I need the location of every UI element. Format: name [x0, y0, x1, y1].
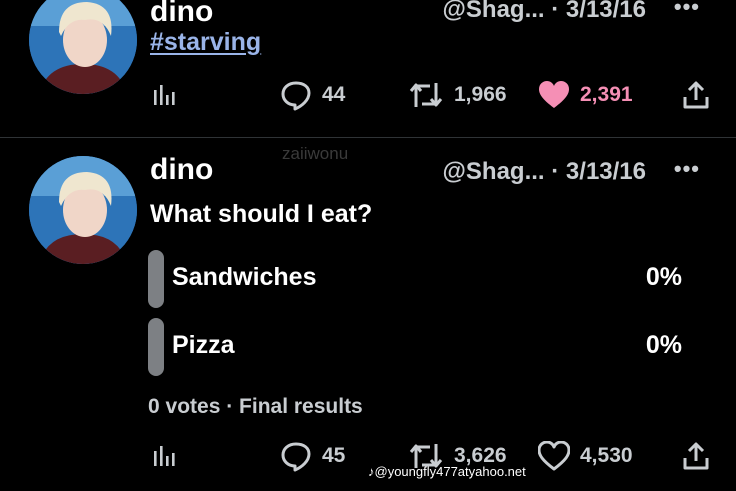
tiktok-watermark: ♪@youngfly477atyahoo.net: [368, 464, 526, 479]
tiktok-handle: @youngfly477atyahoo.net: [374, 464, 526, 479]
poll-option-percent: 0%: [645, 331, 682, 359]
more-options-icon[interactable]: •••: [674, 156, 700, 182]
poll-result-bar: [148, 250, 164, 308]
tweet[interactable]: zaiiwonu dino @Shag... · 3/13/16 ••• Wha…: [0, 138, 736, 491]
poll-option: Pizza 0%: [148, 318, 688, 376]
poll-status: 0 votes · Final results: [148, 395, 363, 418]
reply-icon: [281, 442, 311, 472]
retweet-icon: [409, 83, 443, 107]
share-button[interactable]: [682, 436, 710, 476]
poll-result-bar: [148, 318, 164, 376]
avatar[interactable]: [29, 156, 137, 264]
reply-button[interactable]: 44: [280, 75, 345, 115]
tweet[interactable]: dino @Shag... · 3/13/16 ••• #starving 44…: [0, 0, 736, 137]
retweet-count: 1,966: [454, 83, 507, 106]
poll-option-percent: 0%: [645, 263, 682, 291]
analytics-button[interactable]: [152, 75, 178, 115]
tweet-text: What should I eat?: [150, 200, 373, 228]
share-button[interactable]: [682, 75, 710, 115]
like-count: 2,391: [580, 83, 633, 106]
retweet-button[interactable]: 1,966: [408, 75, 507, 115]
hashtag-link[interactable]: #starving: [150, 28, 261, 57]
analytics-icon: [154, 446, 175, 466]
analytics-icon: [154, 85, 175, 105]
reply-count: 44: [322, 83, 346, 106]
poll-option: Sandwiches 0%: [148, 250, 688, 308]
like-count: 4,530: [580, 444, 633, 467]
like-button[interactable]: 4,530: [538, 436, 633, 476]
avatar-photo: [29, 156, 137, 264]
handle-date[interactable]: @Shag... · 3/13/16: [443, 0, 646, 24]
reply-icon: [281, 81, 311, 111]
display-name[interactable]: dino: [150, 0, 213, 29]
poll-option-label: Pizza: [172, 331, 235, 359]
display-name[interactable]: dino: [150, 153, 213, 187]
share-icon: [683, 442, 709, 470]
like-button[interactable]: 2,391: [538, 75, 633, 115]
more-options-icon[interactable]: •••: [674, 0, 700, 20]
analytics-button[interactable]: [152, 436, 178, 476]
poll-option-label: Sandwiches: [172, 263, 317, 291]
reply-count: 45: [322, 444, 346, 467]
heart-icon: [539, 81, 569, 108]
watermark: zaiiwonu: [282, 144, 349, 163]
heart-icon: [538, 441, 570, 471]
reply-button[interactable]: 45: [280, 436, 345, 476]
action-bar: 44 1,966 2,391: [0, 75, 736, 115]
handle-date[interactable]: @Shag... · 3/13/16: [443, 158, 646, 186]
share-icon: [683, 81, 709, 109]
